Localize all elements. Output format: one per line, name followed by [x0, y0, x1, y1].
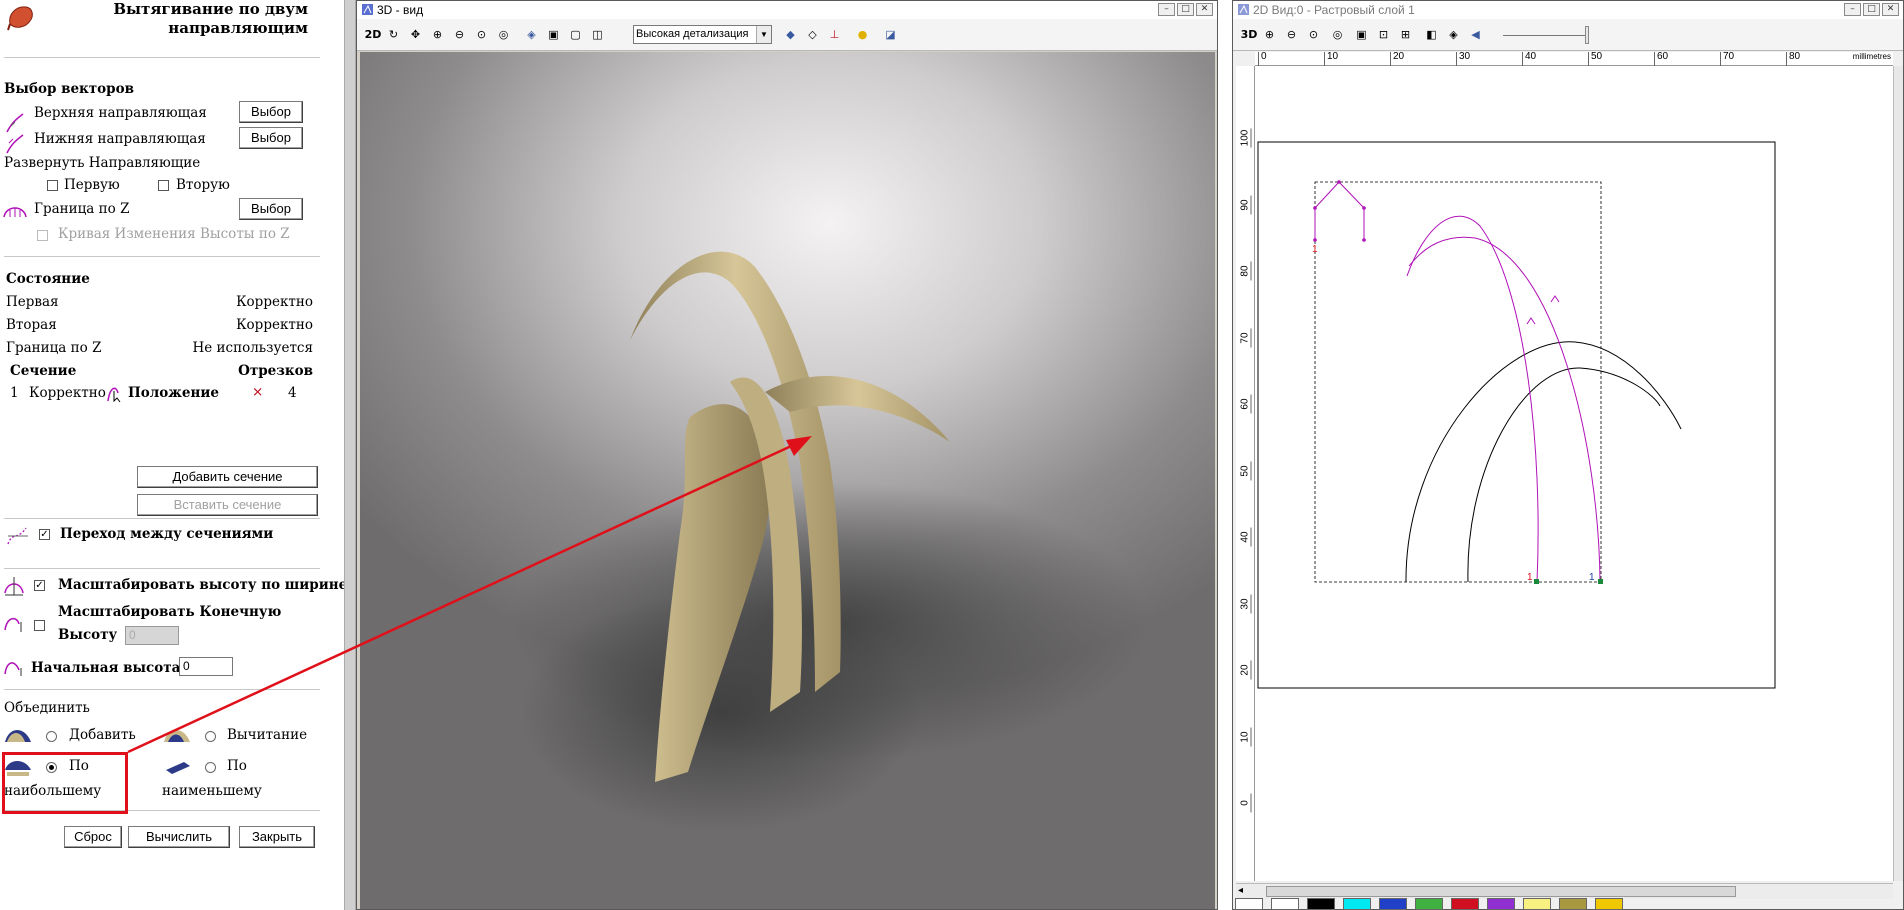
scroll-left-icon[interactable]: ◂	[1238, 885, 1243, 896]
color-swatch[interactable]	[1235, 898, 1263, 910]
zoom-slider-track[interactable]	[1503, 35, 1589, 36]
ruler-y-tick: 50	[1239, 461, 1252, 480]
zoom-fit-icon[interactable]: ⊙	[1305, 26, 1322, 43]
ruler-y-tick: 0	[1239, 793, 1252, 813]
snap-icon[interactable]: ◧	[1423, 26, 1440, 43]
zoom-in-icon[interactable]: ⊕	[1261, 26, 1278, 43]
start-node-marker	[1534, 579, 1539, 584]
node-label: 1	[1312, 244, 1318, 255]
layers-icon[interactable]: ◈	[1445, 26, 1462, 43]
direction-arrow	[1526, 317, 1536, 325]
ruler-y-tick: 100	[1239, 128, 1252, 148]
ruler-y-tick: 30	[1239, 594, 1252, 613]
scroll-thumb[interactable]	[1266, 886, 1736, 897]
color-swatch[interactable]	[1271, 898, 1299, 910]
ruler-x-tick: 50	[1588, 52, 1602, 66]
color-swatch[interactable]	[1523, 898, 1551, 910]
color-swatch[interactable]	[1307, 898, 1335, 910]
zoom-window-icon[interactable]: ▣	[1353, 26, 1370, 43]
magenta-rail-1	[1406, 215, 1539, 583]
color-swatch[interactable]	[1379, 898, 1407, 910]
magenta-rail-2	[1408, 236, 1601, 583]
zoom-out-icon[interactable]: ⊖	[1283, 26, 1300, 43]
top-rail-curve	[1405, 341, 1682, 583]
color-swatch[interactable]	[1343, 898, 1371, 910]
selection-box	[1314, 181, 1602, 583]
zoom-box-icon[interactable]: ⊡	[1375, 26, 1392, 43]
color-palette	[1235, 898, 1623, 910]
vertical-scrollbar[interactable]	[1893, 66, 1903, 881]
ruler-y-tick: 70	[1239, 328, 1252, 347]
ruler-y-tick: 40	[1239, 527, 1252, 547]
node-label: 1	[1589, 572, 1595, 583]
ruler-x-tick: 40	[1522, 52, 1536, 66]
ruler-y-tick: 90	[1239, 195, 1252, 214]
node-label: 1	[1527, 572, 1533, 583]
horizontal-scrollbar[interactable]: ◂	[1236, 883, 1893, 899]
view2d-titlebar[interactable]: 2D Вид:0 - Растровый слой 1 – □ ✕	[1233, 1, 1903, 19]
ruler-y-tick: 10	[1239, 727, 1252, 746]
ruler-x-tick: 0	[1258, 52, 1267, 66]
view2d-canvas[interactable]: 1 1 1	[1255, 66, 1893, 881]
zoom-previous-icon[interactable]: ◎	[1329, 26, 1346, 43]
ruler-y-tick: 60	[1239, 394, 1252, 414]
color-swatch[interactable]	[1415, 898, 1443, 910]
switch-3d-button[interactable]: 3D	[1239, 26, 1259, 43]
view2d-window: 2D Вид:0 - Растровый слой 1 – □ ✕ 3D ⊕ ⊖…	[1232, 0, 1904, 910]
ruler-y-tick: 20	[1239, 660, 1252, 680]
close-icon[interactable]: ✕	[1882, 3, 1899, 16]
maximize-icon[interactable]: □	[1863, 3, 1880, 16]
send-icon[interactable]: ◀	[1467, 26, 1484, 43]
ruler-x-tick: 10	[1324, 52, 1338, 66]
zoom-grid-icon[interactable]: ⊞	[1397, 26, 1414, 43]
section-nodes	[1313, 180, 1366, 242]
direction-arrow	[1550, 295, 1560, 303]
ruler-x-tick: 20	[1390, 52, 1404, 66]
ruler-x-tick: 60	[1654, 52, 1668, 66]
color-swatch[interactable]	[1559, 898, 1587, 910]
bottom-rail-curve	[1467, 367, 1661, 583]
vertical-ruler: 100 90 80 70 60 50 40 30 20 10 0	[1236, 66, 1255, 881]
horizontal-ruler: 0 10 20 30 40 50 60 70 80 millimetres	[1255, 52, 1893, 66]
color-swatch[interactable]	[1451, 898, 1479, 910]
view2d-title: 2D Вид:0 - Растровый слой 1	[1253, 3, 1415, 17]
ruler-units: millimetres	[1852, 52, 1891, 61]
drawing-area	[1257, 141, 1776, 689]
ruler-x-tick: 80	[1786, 52, 1800, 66]
color-swatch[interactable]	[1595, 898, 1623, 910]
ruler-x-tick: 30	[1456, 52, 1470, 66]
material-boundary	[1257, 141, 1776, 689]
start-node-marker	[1598, 579, 1603, 584]
view2d-window-icon	[1238, 4, 1249, 15]
zoom-slider-thumb[interactable]	[1585, 26, 1589, 44]
section-profile	[1314, 181, 1365, 240]
ruler-y-tick: 80	[1239, 261, 1252, 281]
ruler-x-tick: 70	[1720, 52, 1734, 66]
minimize-icon[interactable]: –	[1844, 3, 1861, 16]
view2d-toolbar: 3D ⊕ ⊖ ⊙ ◎ ▣ ⊡ ⊞ ◧ ◈ ◀	[1233, 19, 1903, 51]
color-swatch[interactable]	[1487, 898, 1515, 910]
